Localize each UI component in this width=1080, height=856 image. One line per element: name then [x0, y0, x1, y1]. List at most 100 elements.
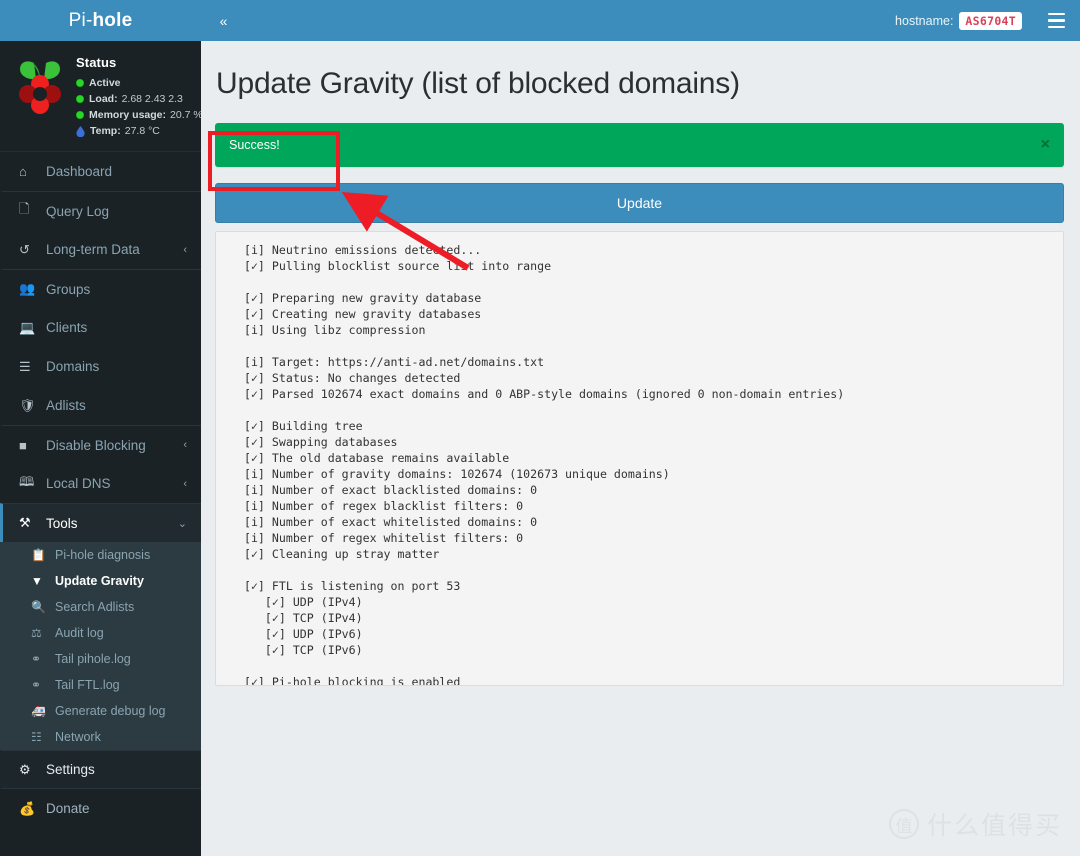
submenu-item-label: Tail pihole.log	[55, 652, 131, 666]
status-temp-value: 27.8 °C	[124, 125, 160, 137]
stop-icon: ■	[19, 437, 27, 453]
sidebar-item-local-dns[interactable]: 🕮 Local DNS ‹	[0, 464, 201, 503]
brand-name-suffix: hole	[92, 9, 133, 31]
terminal-output: [i] Neutrino emissions detected... [✓] P…	[243, 243, 845, 686]
sidebar-item-disable-blocking[interactable]: ■ Disable Blocking ‹	[0, 425, 201, 464]
sidebar-item-label: Clients	[46, 320, 88, 335]
donate-icon: 💰	[19, 800, 36, 816]
tools-submenu: 📋 Pi-hole diagnosis ▼ Update Gravity 🔍 S…	[0, 542, 201, 750]
submenu-item-label: Network	[55, 730, 101, 744]
success-alert: Success! ×	[215, 123, 1064, 167]
submenu-item-network[interactable]: ☷ Network	[0, 724, 201, 750]
sidebar-item-adlists[interactable]: 🛡 Adlists	[0, 386, 201, 425]
sidebar-nav: ⌂ Dashboard 🗋 Query Log ↺ Long-term Data…	[0, 152, 201, 542]
submenu-item-label: Generate debug log	[55, 704, 166, 718]
sidebar-item-groups[interactable]: 👥 Groups	[0, 269, 201, 308]
page-title: Update Gravity (list of blocked domains)	[216, 67, 740, 100]
sidebar-item-label: Domains	[46, 359, 100, 374]
gravity-output-box[interactable]: [i] Neutrino emissions detected... [✓] P…	[215, 231, 1064, 686]
top-header: « hostname: AS6704T	[201, 0, 1080, 41]
sidebar-collapse-button[interactable]: «	[201, 0, 246, 41]
key-icon: ⚭	[31, 652, 42, 666]
watermark: 值 什么值得买	[888, 806, 1062, 842]
green-dot-icon	[76, 95, 84, 103]
sidebar-item-tools[interactable]: ⚒ Tools ⌄	[0, 503, 201, 542]
submenu-item-label: Update Gravity	[55, 574, 144, 588]
submenu-item-search-adlists[interactable]: 🔍 Search Adlists	[0, 594, 201, 620]
hostname-badge: AS6704T	[959, 11, 1022, 30]
status-temp-label: Temp:	[90, 125, 121, 137]
submenu-item-audit-log[interactable]: ⚖ Audit log	[0, 620, 201, 646]
sidebar-item-donate[interactable]: 💰 Donate	[0, 789, 201, 828]
download-circle-icon: ▼	[31, 574, 43, 588]
laptop-icon: 💻	[19, 319, 36, 335]
submenu-item-tail-pihole-log[interactable]: ⚭ Tail pihole.log	[0, 646, 201, 672]
sidebar-item-label: Local DNS	[46, 476, 111, 491]
status-load-label: Load:	[89, 93, 118, 105]
submenu-item-generate-debug-log[interactable]: 🚑 Generate debug log	[0, 698, 201, 724]
status-title: Status	[76, 55, 117, 70]
brand-logo[interactable]: Pi-hole	[0, 0, 201, 41]
chevron-left-icon: ‹	[183, 243, 187, 256]
close-icon[interactable]: ×	[1041, 137, 1050, 153]
sidebar-item-label: Adlists	[46, 398, 86, 413]
chevron-left-icon: ‹	[183, 439, 187, 451]
sidebar-item-domains[interactable]: ☰ Domains	[0, 347, 201, 386]
ambulance-icon: 🚑	[31, 704, 46, 718]
search-icon: 🔍	[31, 600, 46, 614]
submenu-item-label: Audit log	[55, 626, 104, 640]
pihole-admin-page: Pi-hole Status Active Load: 2.68 2.43 2.…	[0, 0, 1080, 856]
key-icon: ⚭	[31, 678, 42, 692]
status-text: Status Active Load: 2.68 2.43 2.3 Memory…	[70, 55, 201, 139]
sidebar-item-label: Tools	[46, 515, 78, 531]
submenu-item-label: Search Adlists	[55, 600, 135, 614]
status-line-active: Active	[76, 75, 201, 91]
home-icon: ⌂	[19, 164, 27, 179]
status-active-label: Active	[89, 77, 121, 89]
sidebar: Pi-hole Status Active Load: 2.68 2.43 2.…	[0, 0, 201, 856]
list-icon: ☰	[19, 358, 31, 374]
hostname-label: hostname:	[895, 13, 954, 28]
chevron-left-icon: ‹	[183, 477, 187, 490]
watermark-text: 什么值得买	[926, 811, 1062, 840]
sidebar-item-label: Dashboard	[46, 164, 113, 179]
sidebar-item-label: Disable Blocking	[46, 437, 146, 453]
status-memory-label: Memory usage:	[89, 109, 167, 121]
brand-name-prefix: Pi-	[68, 9, 93, 31]
header-right: hostname: AS6704T	[895, 0, 1080, 41]
status-panel: Status Active Load: 2.68 2.43 2.3 Memory…	[0, 41, 201, 152]
sidebar-item-long-term-data[interactable]: ↺ Long-term Data ‹	[0, 230, 201, 269]
gear-icon: ⚙	[19, 761, 31, 777]
watermark-logo-icon: 值	[888, 809, 919, 839]
balance-scale-icon: ⚖	[31, 626, 42, 640]
file-icon: 🗋	[19, 201, 30, 216]
sidebar-item-settings[interactable]: ⚙ Settings	[0, 750, 201, 789]
main-content: Update Gravity (list of blocked domains)…	[201, 41, 1080, 856]
submenu-item-label: Tail FTL.log	[55, 678, 120, 692]
sidebar-item-label: Donate	[46, 801, 90, 816]
status-memory-value: 20.7 %	[170, 109, 201, 121]
hamburger-icon[interactable]	[1032, 0, 1080, 41]
sidebar-item-clients[interactable]: 💻 Clients	[0, 308, 201, 347]
green-dot-icon	[76, 79, 84, 87]
submenu-item-tail-ftl-log[interactable]: ⚭ Tail FTL.log	[0, 672, 201, 698]
sidebar-item-label: Query Log	[46, 203, 110, 219]
submenu-item-update-gravity[interactable]: ▼ Update Gravity	[0, 568, 201, 594]
submenu-item-label: Pi-hole diagnosis	[55, 548, 151, 562]
update-button[interactable]: Update	[215, 183, 1064, 223]
submenu-item-pihole-diagnosis[interactable]: 📋 Pi-hole diagnosis	[0, 542, 201, 568]
status-load-value: 2.68 2.43 2.3	[121, 93, 183, 105]
sidebar-item-label: Settings	[46, 762, 95, 777]
sitemap-icon: ☷	[31, 730, 42, 744]
address-book-icon: 🕮	[19, 473, 35, 489]
green-dot-icon	[76, 111, 84, 119]
chevron-down-icon: ⌄	[177, 517, 187, 530]
users-icon: 👥	[19, 281, 36, 296]
success-alert-text: Success!	[229, 138, 280, 152]
diagnosis-icon: 📋	[31, 548, 46, 562]
sidebar-item-query-log[interactable]: 🗋 Query Log	[0, 191, 201, 230]
sidebar-item-dashboard[interactable]: ⌂ Dashboard	[0, 152, 201, 191]
sidebar-item-label: Groups	[46, 281, 91, 297]
history-icon: ↺	[19, 241, 30, 257]
blue-droplet-icon	[76, 126, 85, 137]
